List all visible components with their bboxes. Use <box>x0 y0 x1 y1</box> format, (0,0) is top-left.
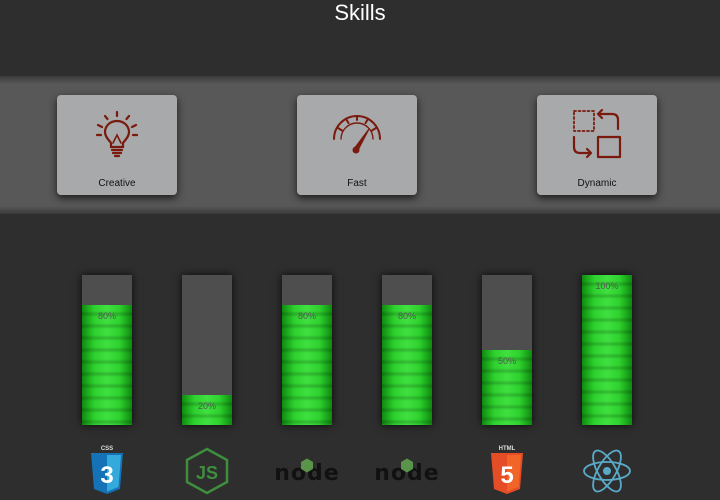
skill-bar-label: 80% <box>97 311 116 321</box>
css3-icon: CSS 3 <box>82 446 132 496</box>
skill-bar-node-2: 80% <box>382 275 432 425</box>
skill-bar-label: 100% <box>595 281 619 291</box>
skill-bar-label: 20% <box>197 401 216 411</box>
lightbulb-icon <box>92 109 142 159</box>
skill-bar-fill <box>382 305 432 425</box>
react-icon <box>582 446 632 496</box>
feature-card-creative[interactable]: Creative <box>57 95 177 195</box>
feature-label: Fast <box>347 178 367 189</box>
transform-icon <box>572 109 622 159</box>
html5-icon: HTML 5 <box>482 446 532 496</box>
skill-bar-css: 80% <box>82 275 132 425</box>
css3-badge-text: CSS <box>101 446 113 452</box>
feature-label: Dynamic <box>577 178 617 189</box>
skill-bar-html: 50% <box>482 275 532 425</box>
node-logo-icon: node <box>270 446 344 496</box>
node-logo-icon: node <box>370 446 444 496</box>
skill-bar-label: 50% <box>497 356 516 366</box>
nodejs-js-icon: JS <box>182 446 232 496</box>
page-title: Skills <box>334 0 386 25</box>
speedometer-icon <box>332 109 382 159</box>
skill-bar-label: 80% <box>297 311 316 321</box>
html5-glyph: 5 <box>500 462 513 489</box>
css3-glyph: 3 <box>100 462 113 489</box>
skill-bar-js: 20% <box>182 275 232 425</box>
feature-card-fast[interactable]: Fast <box>297 95 417 195</box>
skill-bar-fill <box>282 305 332 425</box>
skill-bar-fill <box>582 275 632 425</box>
js-glyph: JS <box>196 463 218 483</box>
skill-bar-fill <box>82 305 132 425</box>
skill-bar-react: 100% <box>582 275 632 425</box>
feature-label: Creative <box>98 178 136 189</box>
skill-bar-node: 80% <box>282 275 332 425</box>
skill-bar-label: 80% <box>397 311 416 321</box>
feature-card-dynamic[interactable]: Dynamic <box>537 95 657 195</box>
features-band: Creative Fast Dynamic <box>0 76 720 214</box>
html5-badge-text: HTML <box>499 446 516 452</box>
